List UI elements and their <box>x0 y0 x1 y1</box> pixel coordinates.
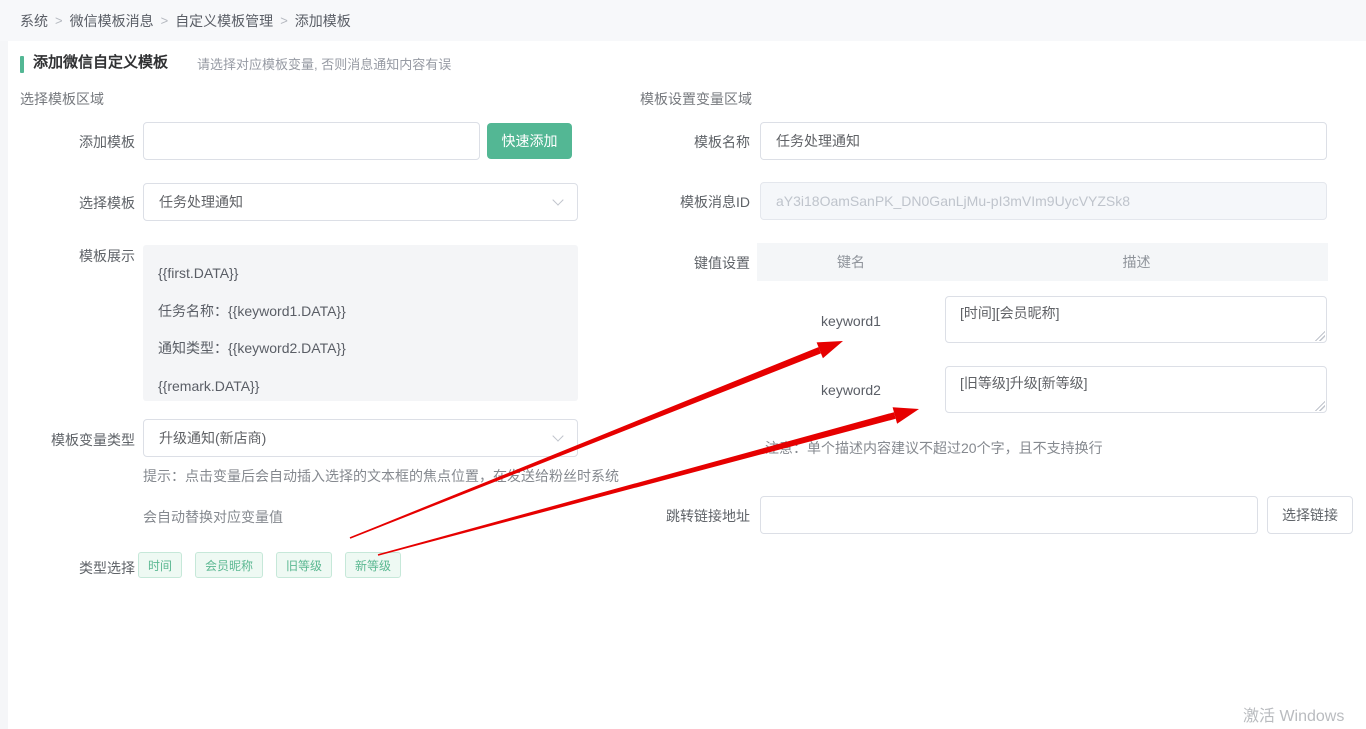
breadcrumb-item-add-template[interactable]: 添加模板 <box>295 11 351 31</box>
left-section-title: 选择模板区域 <box>20 89 104 109</box>
title-accent-bar <box>20 56 24 73</box>
key-value-label: 键值设置 <box>600 253 750 273</box>
keyword2-desc-wrap: [旧等级]升级[新等级] <box>945 366 1327 413</box>
select-link-button[interactable]: 选择链接 <box>1267 496 1353 534</box>
template-preview-label: 模板展示 <box>15 246 135 266</box>
keyword1-key: keyword1 <box>757 313 945 329</box>
type-select-group: 时间 会员昵称 旧等级 新等级 <box>138 552 414 578</box>
template-name-input[interactable] <box>760 122 1327 160</box>
type-button-old-level[interactable]: 旧等级 <box>276 552 332 578</box>
type-button-time[interactable]: 时间 <box>138 552 182 578</box>
page-subtitle: 请选择对应模板变量, 否则消息通知内容有误 <box>197 54 451 73</box>
left-gutter <box>0 41 8 729</box>
chevron-down-icon <box>552 194 563 205</box>
tip-line: 会自动替换对应变量值 <box>143 497 619 538</box>
template-preview-box: {{first.DATA}} 任务名称：{{keyword1.DATA}} 通知… <box>143 245 578 401</box>
quick-add-button[interactable]: 快速添加 <box>487 123 572 159</box>
add-wechat-template-page: 系统 > 微信模板消息 > 自定义模板管理 > 添加模板 添加微信自定义模板 请… <box>0 0 1366 729</box>
breadcrumb-separator: > <box>280 13 288 28</box>
chevron-down-icon <box>552 430 563 441</box>
variable-tip: 提示：点击变量后会自动插入选择的文本框的焦点位置，在发送给粉丝时系统 会自动替换… <box>143 456 619 538</box>
template-name-label: 模板名称 <box>600 132 750 152</box>
breadcrumb-separator: > <box>161 13 169 28</box>
variable-type-dropdown[interactable]: 升级通知(新店商) <box>143 419 578 457</box>
template-id-input <box>760 182 1327 220</box>
windows-activation-watermark: 激活 Windows <box>1243 702 1344 726</box>
preview-line: 任务名称：{{keyword1.DATA}} <box>158 293 563 331</box>
breadcrumb-bar: 系统 > 微信模板消息 > 自定义模板管理 > 添加模板 <box>0 0 1366 41</box>
tip-line: 提示：点击变量后会自动插入选择的文本框的焦点位置，在发送给粉丝时系统 <box>143 456 619 497</box>
add-template-label: 添加模板 <box>15 132 135 152</box>
breadcrumb-item-system[interactable]: 系统 <box>20 11 48 31</box>
page-title: 添加微信自定义模板 <box>33 51 168 72</box>
key-value-note: 注意：单个描述内容建议不超过20个字，且不支持换行 <box>765 438 1103 458</box>
keyword2-key: keyword2 <box>757 382 945 398</box>
preview-line: 通知类型：{{keyword2.DATA}} <box>158 330 563 368</box>
select-template-dropdown[interactable]: 任务处理通知 <box>143 183 578 221</box>
preview-line: {{first.DATA}} <box>158 255 563 293</box>
jump-link-input[interactable] <box>760 496 1258 534</box>
type-button-member-nickname[interactable]: 会员昵称 <box>195 552 263 578</box>
select-template-value: 任务处理通知 <box>159 192 243 212</box>
key-value-header: 键名 描述 <box>757 243 1328 281</box>
column-header-desc: 描述 <box>945 252 1328 272</box>
type-button-new-level[interactable]: 新等级 <box>345 552 401 578</box>
keyword1-desc-wrap: [时间][会员昵称] <box>945 296 1327 343</box>
add-template-input[interactable] <box>143 122 480 160</box>
column-header-key: 键名 <box>757 252 945 272</box>
preview-line: {{remark.DATA}} <box>158 368 563 406</box>
keyword2-desc-textarea[interactable]: [旧等级]升级[新等级] <box>945 366 1327 413</box>
annotation-arrow-1 <box>817 341 843 358</box>
template-id-label: 模板消息ID <box>600 192 750 212</box>
breadcrumb-item-custom-template-manage[interactable]: 自定义模板管理 <box>175 11 273 31</box>
select-template-label: 选择模板 <box>15 193 135 213</box>
breadcrumb-separator: > <box>55 13 63 28</box>
right-section-title: 模板设置变量区域 <box>640 89 752 109</box>
variable-type-label: 模板变量类型 <box>15 430 135 450</box>
keyword1-desc-textarea[interactable]: [时间][会员昵称] <box>945 296 1327 343</box>
jump-link-label: 跳转链接地址 <box>600 506 750 526</box>
type-select-label: 类型选择 <box>15 558 135 578</box>
annotation-arrow-2 <box>893 407 919 423</box>
breadcrumb-item-wechat-template-message[interactable]: 微信模板消息 <box>70 11 154 31</box>
breadcrumb: 系统 > 微信模板消息 > 自定义模板管理 > 添加模板 <box>20 0 351 41</box>
variable-type-value: 升级通知(新店商) <box>159 428 266 448</box>
